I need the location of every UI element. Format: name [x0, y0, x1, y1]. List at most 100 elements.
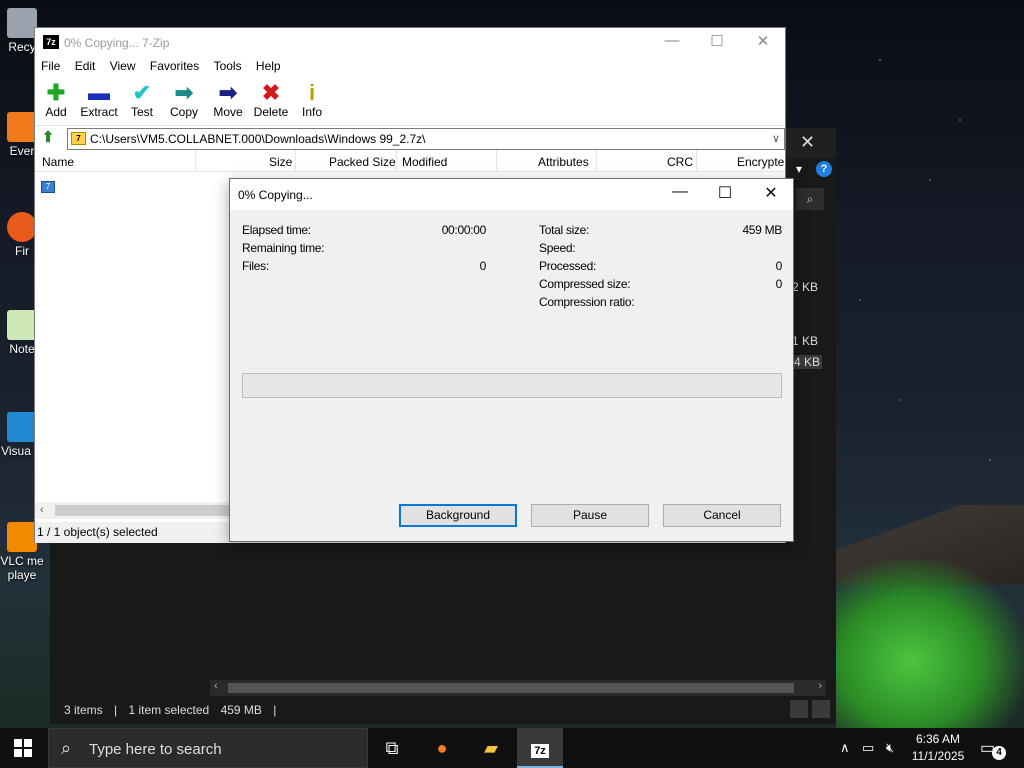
wallpaper-tent-glow: [836, 560, 1024, 730]
menu-help[interactable]: Help: [256, 56, 281, 76]
taskbar: ⌕ Type here to search ⧉ ● ▰ 7z ∧ ▭ 🔇︎ 6:…: [0, 728, 1024, 768]
taskbar-search-box[interactable]: ⌕ Type here to search: [48, 728, 368, 768]
delete-label: Delete: [253, 105, 289, 119]
explorer-file-size: 1 KB: [792, 334, 819, 348]
address-path: C:\Users\VM5.COLLABNET.000\Downloads\Win…: [90, 132, 426, 146]
move-button[interactable]: ➡ Move: [212, 81, 244, 120]
recycle-bin-icon: [7, 8, 37, 38]
info-label: Info: [301, 105, 322, 119]
search-placeholder: Type here to search: [89, 741, 222, 758]
menu-favorites[interactable]: Favorites: [150, 56, 199, 76]
files-value: 0: [479, 259, 487, 273]
selection-status: 1 / 1 object(s) selected: [37, 525, 158, 539]
add-button[interactable]: ✚ Add: [43, 81, 69, 120]
copy-button[interactable]: ➡ Copy: [169, 80, 199, 120]
explorer-status-bar: 3 items | 1 item selected 459 MB |: [50, 698, 836, 724]
close-icon[interactable]: ✕: [748, 32, 778, 50]
column-packed-size[interactable]: Packed Size: [329, 155, 396, 169]
delete-button[interactable]: ✖ Delete: [253, 81, 289, 120]
clock[interactable]: 6:36 AM 11/1/2025: [906, 731, 970, 765]
scrollbar-thumb[interactable]: [228, 683, 794, 693]
column-divider: [596, 150, 597, 172]
compressed-size-label: Compressed size:: [539, 277, 631, 291]
scroll-right-icon[interactable]: ›: [818, 680, 822, 692]
dialog-titlebar: 0% Copying... — ☐ ✕: [230, 179, 793, 210]
test-button[interactable]: ✔ Test: [129, 80, 155, 120]
column-attributes[interactable]: Attributes: [538, 155, 589, 169]
background-button[interactable]: Background: [399, 504, 517, 527]
volume-muted-icon[interactable]: 🔇︎: [886, 740, 894, 756]
copy-label: Copy: [169, 105, 198, 119]
total-size-value: 459 MB: [742, 223, 782, 237]
maximize-icon[interactable]: ☐: [702, 32, 732, 50]
test-label: Test: [130, 105, 153, 119]
file-explorer-taskbar-icon[interactable]: ▰: [468, 728, 514, 768]
test-icon: ✔: [132, 80, 152, 105]
menu-tools[interactable]: Tools: [214, 56, 242, 76]
menu-file[interactable]: File: [41, 56, 60, 76]
scrollbar-thumb[interactable]: [55, 505, 233, 516]
scroll-left-icon[interactable]: ‹: [40, 504, 44, 516]
menu-edit[interactable]: Edit: [75, 56, 96, 76]
firefox-taskbar-icon[interactable]: ●: [419, 728, 465, 768]
column-modified[interactable]: Modified: [402, 155, 447, 169]
pause-button[interactable]: Pause: [531, 504, 649, 527]
dialog-title: 0% Copying...: [238, 188, 313, 202]
info-button[interactable]: i Info: [301, 80, 323, 120]
column-crc[interactable]: CRC: [667, 155, 693, 169]
column-encrypted[interactable]: Encrypte: [737, 155, 784, 169]
column-divider: [295, 150, 296, 172]
copy-icon: ➡: [174, 80, 194, 105]
task-view-icon[interactable]: ⧉: [369, 728, 415, 768]
dialog-maximize-icon[interactable]: ☐: [708, 183, 742, 203]
column-divider: [396, 150, 397, 172]
explorer-close-icon[interactable]: ✕: [800, 132, 815, 153]
dialog-minimize-icon[interactable]: —: [663, 183, 697, 201]
desktop-icon-label: VLC me playe: [0, 554, 44, 582]
archive-file-icon[interactable]: 7: [41, 181, 55, 193]
windows-logo-icon: [14, 749, 22, 757]
column-header: Name Size Packed Size Modified Attribute…: [35, 150, 785, 172]
show-hidden-icons-icon[interactable]: ∧: [840, 740, 850, 756]
window-title: 0% Copying... 7-Zip: [64, 36, 170, 50]
extract-button[interactable]: ▬ Extract: [79, 81, 119, 120]
explorer-horizontal-scrollbar[interactable]: ‹ ›: [210, 680, 826, 696]
column-name[interactable]: Name: [42, 155, 74, 169]
status-size: 459 MB: [220, 703, 262, 717]
elapsed-time-label: Elapsed time:: [242, 223, 311, 237]
large-icons-view-icon[interactable]: [812, 700, 830, 718]
processed-value: 0: [775, 259, 783, 273]
details-view-icon[interactable]: [790, 700, 808, 718]
compression-ratio-label: Compression ratio:: [539, 295, 635, 309]
dialog-close-icon[interactable]: ✕: [754, 183, 788, 203]
notification-center-icon[interactable]: ▭ 4: [980, 738, 1006, 760]
cancel-button[interactable]: Cancel: [663, 504, 781, 527]
status-selected: 1 item selected: [128, 703, 210, 717]
status-divider: |: [273, 703, 277, 717]
column-size[interactable]: Size: [269, 155, 292, 169]
sevenzip-taskbar-icon[interactable]: 7z: [517, 728, 563, 768]
explorer-search-icon[interactable]: ⌕: [796, 188, 824, 210]
clock-date: 11/1/2025: [911, 749, 965, 763]
start-button[interactable]: [14, 739, 32, 757]
chevron-down-icon[interactable]: ∨: [772, 132, 780, 145]
processed-label: Processed:: [539, 259, 597, 273]
horizontal-scrollbar[interactable]: ‹: [35, 502, 235, 519]
column-divider: [195, 150, 196, 172]
minimize-icon[interactable]: —: [657, 32, 687, 49]
menu-view[interactable]: View: [110, 56, 136, 76]
address-input[interactable]: 7 C:\Users\VM5.COLLABNET.000\Downloads\W…: [67, 128, 785, 150]
status-divider: |: [114, 703, 118, 717]
info-icon: i: [308, 80, 316, 105]
windows-logo-icon: [24, 739, 32, 747]
up-folder-icon[interactable]: ⬆: [39, 129, 57, 147]
notification-count-badge: 4: [992, 746, 1006, 760]
firefox-icon: [7, 212, 37, 242]
explorer-help-icon[interactable]: ?: [816, 161, 832, 177]
windows-logo-icon: [14, 739, 22, 747]
explorer-expand-ribbon-icon[interactable]: ▾: [796, 162, 802, 176]
scroll-left-icon[interactable]: ‹: [214, 680, 218, 692]
explorer-file-size-selected: 4 KB: [792, 355, 823, 369]
network-icon[interactable]: ▭: [862, 740, 874, 756]
search-icon: ⌕: [61, 738, 72, 758]
